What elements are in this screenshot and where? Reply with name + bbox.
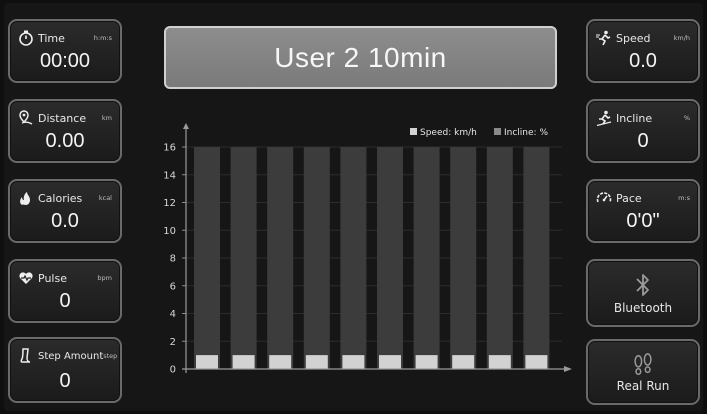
y-tick-label: 8 bbox=[170, 254, 176, 265]
pace-value: 0'0" bbox=[626, 210, 660, 232]
distance-unit: km bbox=[101, 114, 112, 122]
y-tick-label: 4 bbox=[170, 309, 176, 320]
incline-bar bbox=[413, 147, 440, 369]
stopwatch-icon bbox=[19, 30, 33, 46]
incline-label: Incline bbox=[616, 111, 653, 125]
speed-bar bbox=[196, 355, 218, 369]
incline-bar bbox=[267, 147, 294, 369]
real-run-button[interactable]: Real Run bbox=[586, 339, 700, 405]
incline-bar bbox=[486, 147, 513, 369]
real-run-button-label: Real Run bbox=[616, 379, 670, 393]
x-axis-arrow bbox=[564, 366, 572, 372]
flame-icon bbox=[20, 192, 30, 205]
legend-label-speed: Speed: km/h bbox=[420, 128, 477, 138]
step-amount-tile: Step Amount step 0 bbox=[8, 337, 122, 403]
runner-speed-icon bbox=[596, 30, 611, 46]
y-tick-label: 6 bbox=[170, 281, 176, 292]
step-amount-value: 0 bbox=[59, 370, 71, 392]
pace-unit: m:s bbox=[678, 194, 690, 202]
pace-tile: Pace m:s 0'0" bbox=[586, 179, 700, 243]
calories-value: 0.0 bbox=[51, 210, 79, 232]
step-amount-label: Step Amount bbox=[38, 350, 104, 362]
treadmill-console-screen: Time h:m:s 00:00 Distance km 0.00 Calori… bbox=[4, 3, 703, 411]
gauge-icon bbox=[596, 192, 612, 203]
legend-swatch-incline bbox=[494, 128, 501, 135]
speed-bar bbox=[525, 355, 548, 369]
speed-tile: Speed km/h 0.0 bbox=[586, 19, 700, 83]
speed-bar bbox=[415, 355, 438, 369]
incline-tile: Incline % 0 bbox=[586, 99, 700, 163]
y-tick-label: 14 bbox=[163, 170, 176, 181]
incline-bar bbox=[340, 147, 367, 369]
y-tick-label: 0 bbox=[170, 365, 176, 376]
distance-value: 0.00 bbox=[45, 130, 85, 152]
pulse-unit: bpm bbox=[97, 274, 112, 282]
time-value: 00:00 bbox=[39, 50, 91, 72]
heart-pulse-icon bbox=[19, 272, 33, 284]
speed-bar bbox=[488, 355, 511, 369]
calories-label: Calories bbox=[38, 191, 83, 205]
y-axis-arrow bbox=[183, 123, 189, 129]
program-title-box: User 2 10min bbox=[164, 26, 557, 89]
speed-bar bbox=[232, 355, 255, 369]
speed-unit: km/h bbox=[673, 34, 690, 42]
time-tile: Time h:m:s 00:00 bbox=[8, 19, 122, 83]
incline-bar bbox=[523, 147, 550, 369]
pulse-value: 0 bbox=[59, 290, 71, 312]
incline-bar bbox=[450, 147, 477, 369]
step-amount-unit: step bbox=[103, 352, 118, 360]
incline-bar bbox=[377, 147, 403, 369]
time-unit: h:m:s bbox=[93, 34, 112, 42]
incline-bar bbox=[303, 147, 330, 369]
distance-tile: Distance km 0.00 bbox=[8, 99, 122, 163]
pulse-label: Pulse bbox=[38, 271, 67, 285]
speed-incline-bar-chart: 0 2 4 6 8 10 12 14 16 Speed: km/h Incline: % bbox=[163, 123, 572, 376]
footprints-icon bbox=[634, 353, 652, 376]
runner-incline-icon bbox=[596, 110, 612, 126]
time-label: Time bbox=[38, 31, 65, 45]
distance-label: Distance bbox=[38, 111, 87, 125]
incline-unit: % bbox=[683, 114, 690, 122]
y-tick-label: 16 bbox=[163, 143, 176, 154]
y-tick-label: 2 bbox=[170, 337, 176, 348]
speed-bar bbox=[305, 355, 328, 369]
calories-tile: Calories kcal 0.0 bbox=[8, 179, 122, 243]
location-pin-icon bbox=[19, 110, 33, 125]
speed-bar bbox=[452, 355, 475, 369]
incline-bar bbox=[194, 147, 220, 369]
bluetooth-button[interactable]: Bluetooth bbox=[586, 259, 700, 327]
speed-value: 0.0 bbox=[629, 50, 657, 72]
y-tick-label: 10 bbox=[163, 226, 176, 237]
pulse-tile: Pulse bpm 0 bbox=[8, 259, 122, 323]
speed-bar bbox=[342, 355, 365, 369]
calories-unit: kcal bbox=[98, 194, 112, 202]
bluetooth-button-label: Bluetooth bbox=[613, 301, 673, 315]
shoe-icon bbox=[20, 348, 31, 363]
speed-label: Speed bbox=[616, 31, 651, 45]
y-tick-label: 12 bbox=[163, 198, 176, 209]
incline-value: 0 bbox=[637, 130, 649, 152]
bluetooth-icon bbox=[636, 274, 649, 296]
speed-bar bbox=[269, 355, 292, 369]
program-title: User 2 10min bbox=[274, 41, 447, 73]
incline-bar bbox=[230, 147, 257, 369]
legend-label-incline: Incline: % bbox=[504, 128, 548, 138]
legend-swatch-speed bbox=[410, 128, 417, 135]
speed-bar bbox=[379, 355, 401, 369]
pace-label: Pace bbox=[616, 191, 642, 205]
